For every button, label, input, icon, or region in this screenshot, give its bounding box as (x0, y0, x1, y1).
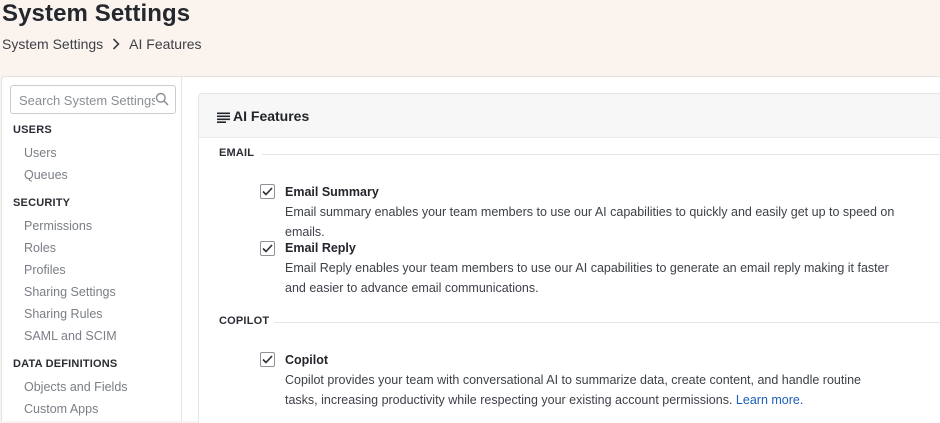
email-reply-desc: Email Reply enables your team members to… (285, 261, 889, 295)
breadcrumb-system-settings[interactable]: System Settings (2, 36, 103, 52)
sidebar-item-sharing-rules[interactable]: Sharing Rules (24, 307, 103, 321)
email-summary-title: Email Summary (285, 185, 379, 199)
sidebar-item-profiles[interactable]: Profiles (24, 263, 66, 277)
sidebar-item-sharing-settings[interactable]: Sharing Settings (24, 285, 116, 299)
search-icon[interactable] (155, 92, 169, 111)
check-icon (262, 355, 273, 364)
email-summary-desc: Email summary enables your team members … (285, 205, 895, 239)
sidebar-item-saml-scim[interactable]: SAML and SCIM (24, 329, 117, 343)
sidebar: USERS Users Queues SECURITY Permissions … (1, 76, 182, 421)
search-input[interactable] (19, 92, 155, 108)
chevron-right-icon (112, 38, 120, 50)
page-title: System Settings (2, 0, 191, 27)
section-email-label: EMAIL (219, 147, 255, 159)
breadcrumb-current: AI Features (129, 36, 202, 52)
panel-title: AI Features (233, 108, 310, 124)
breadcrumb: System Settings AI Features (2, 36, 202, 52)
sidebar-item-queues[interactable]: Queues (24, 168, 68, 182)
nav-group-data-definitions: DATA DEFINITIONS (13, 358, 118, 370)
sidebar-search (10, 85, 176, 114)
sidebar-item-custom-apps[interactable]: Custom Apps (24, 402, 98, 416)
section-divider (274, 322, 940, 323)
email-reply-title: Email Reply (285, 241, 356, 255)
learn-more-link[interactable]: Learn more. (736, 393, 803, 407)
sidebar-item-users[interactable]: Users (24, 146, 57, 160)
sidebar-item-roles[interactable]: Roles (24, 241, 56, 255)
sidebar-item-objects-fields[interactable]: Objects and Fields (24, 380, 128, 394)
check-icon (262, 187, 273, 196)
check-icon (262, 244, 273, 253)
list-icon (217, 110, 230, 128)
copilot-checkbox[interactable] (260, 352, 275, 367)
main-content: AI Features EMAIL Email Summary Email su… (182, 76, 940, 423)
email-reply-checkbox[interactable] (260, 241, 275, 256)
copilot-desc: Copilot provides your team with conversa… (285, 370, 897, 410)
copilot-title: Copilot (285, 353, 329, 367)
nav-group-security: SECURITY (13, 197, 71, 209)
sidebar-item-permissions[interactable]: Permissions (24, 219, 92, 233)
panel-header: AI Features (199, 94, 940, 138)
page-header: System Settings System Settings AI Featu… (0, 0, 940, 76)
nav-group-users: USERS (13, 124, 52, 136)
section-copilot-label: COPILOT (219, 315, 270, 327)
section-divider (262, 154, 940, 155)
email-summary-checkbox[interactable] (260, 184, 275, 199)
